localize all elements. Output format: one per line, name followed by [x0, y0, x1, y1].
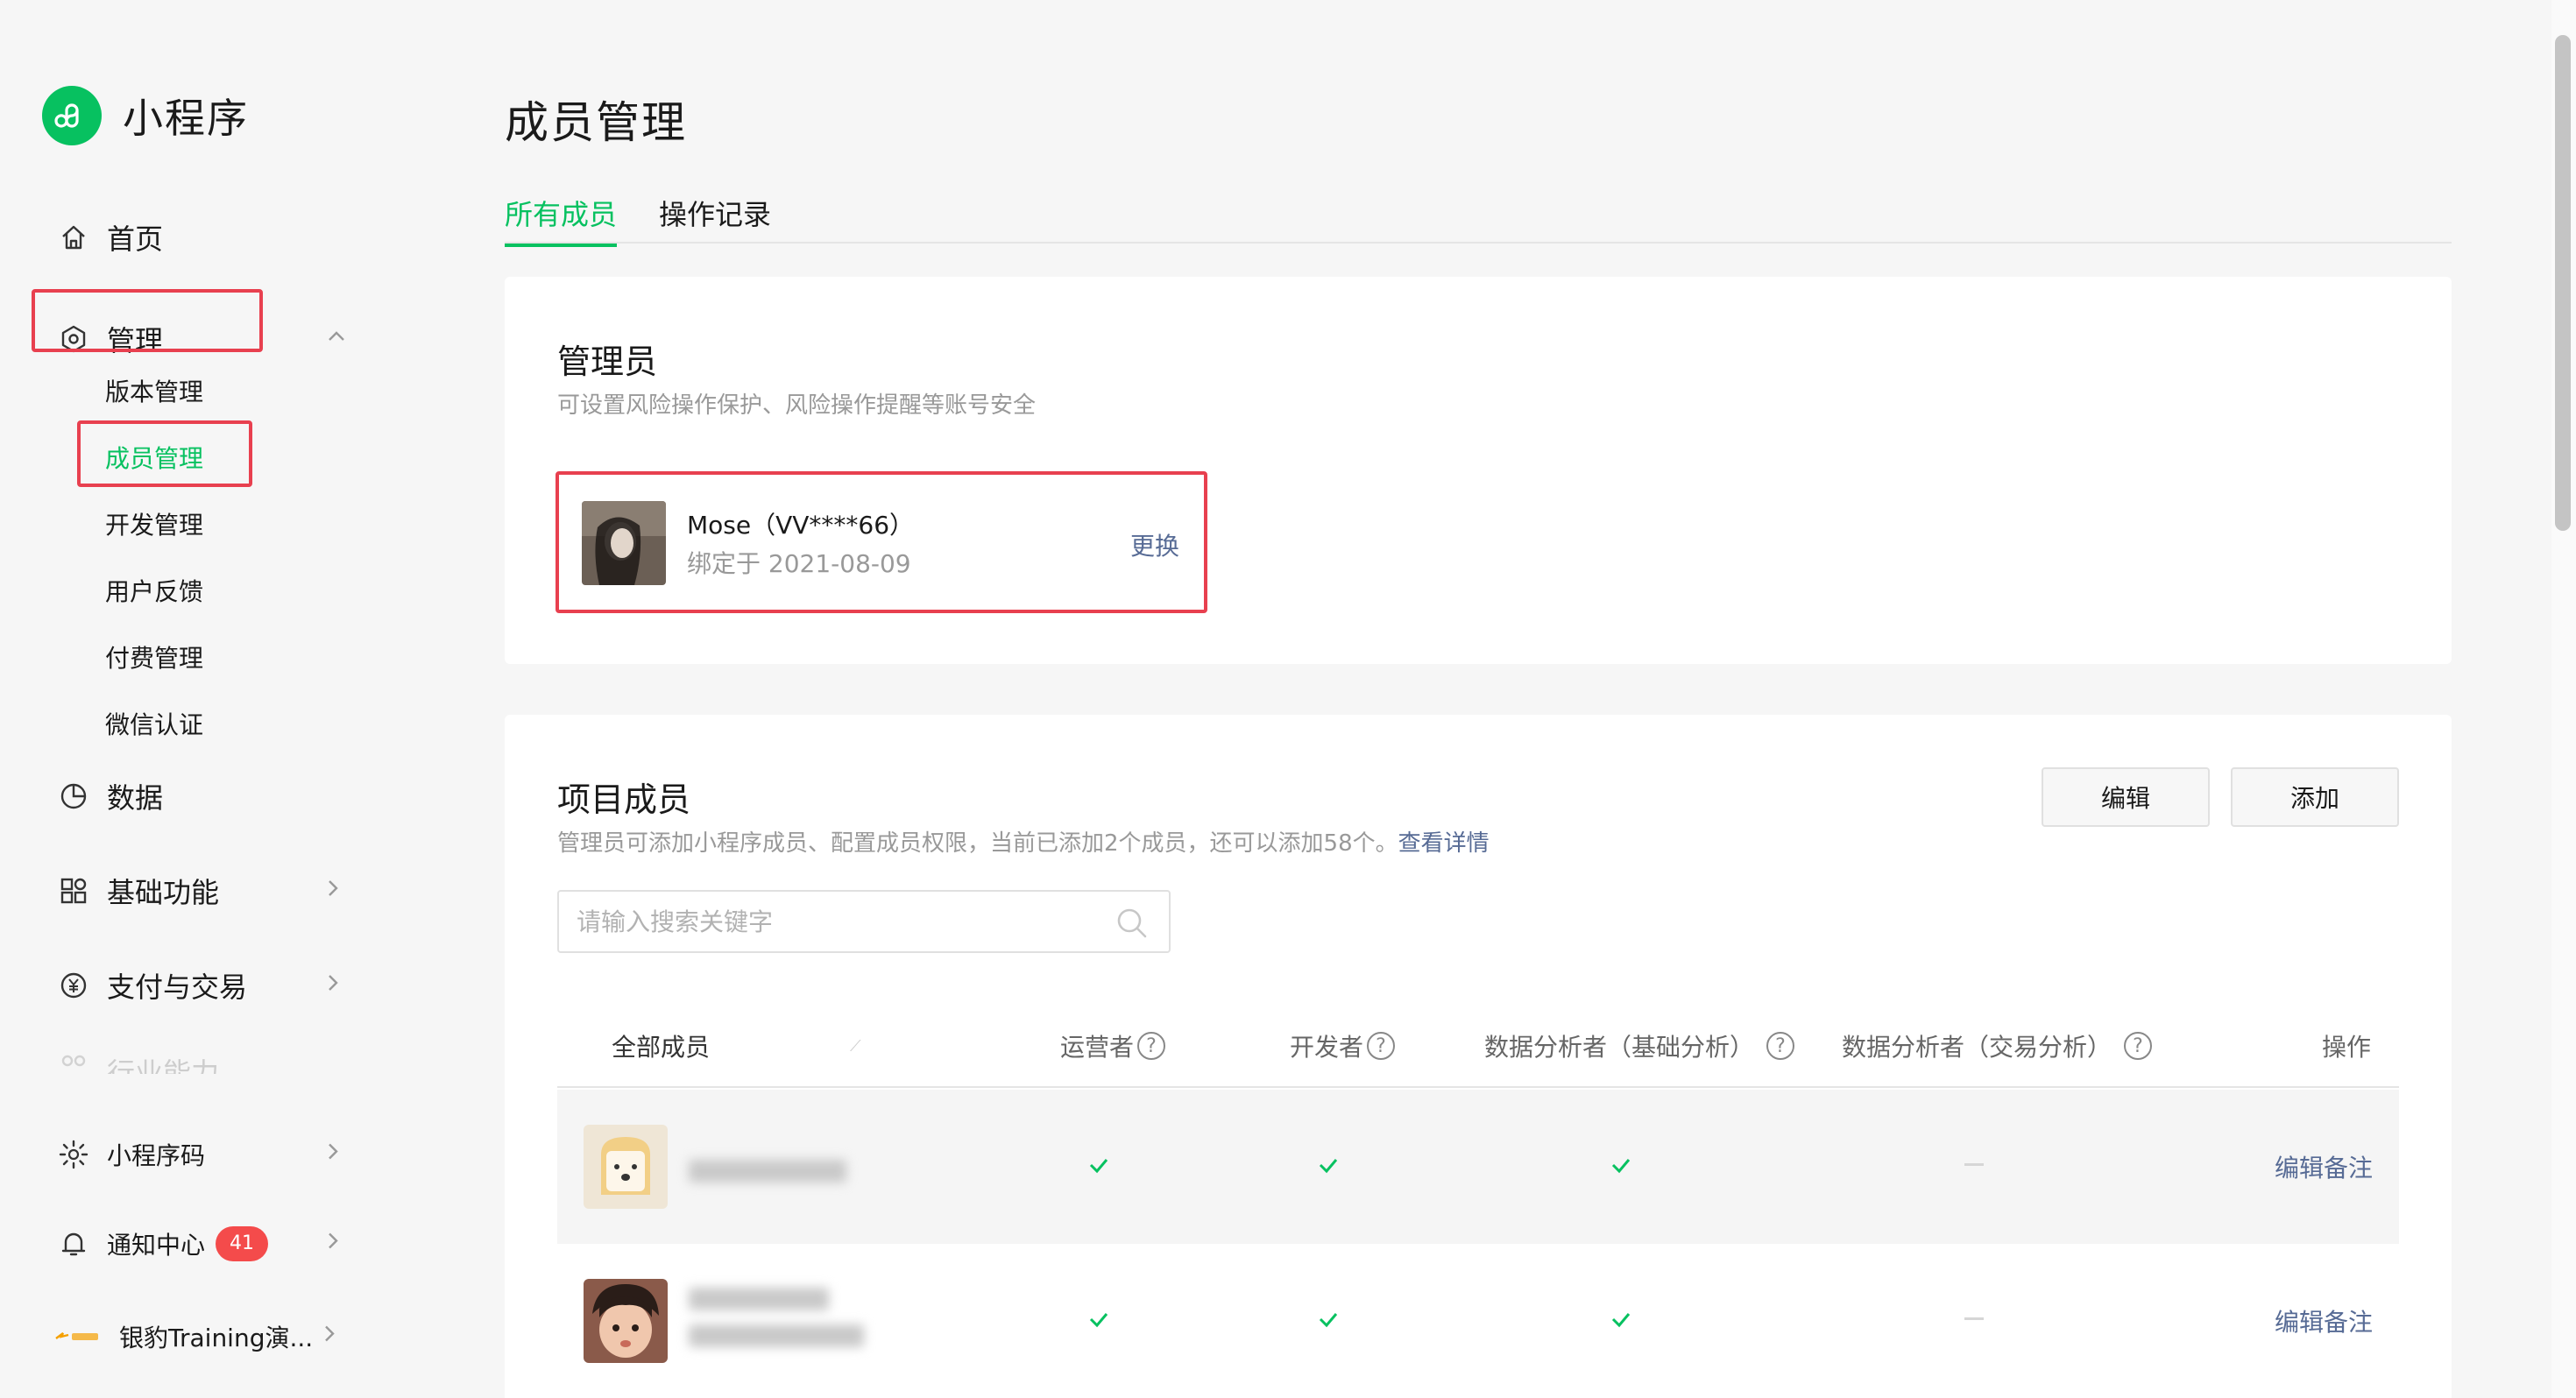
check-icon: [1089, 1313, 1108, 1328]
tab-all-members[interactable]: 所有成员: [505, 193, 618, 247]
chevron-right-icon: [321, 1140, 345, 1170]
sidebar-item-label: 基础功能: [107, 876, 220, 909]
qrcode-sun-icon: [58, 1139, 89, 1170]
active-tab-indicator: [505, 244, 617, 247]
org-logo-icon: [54, 1326, 102, 1347]
chevron-right-icon: [321, 969, 345, 1002]
add-button[interactable]: 添加: [2231, 767, 2399, 827]
sidebar-item-basic[interactable]: 基础功能: [58, 871, 338, 911]
help-icon[interactable]: ?: [1367, 1032, 1396, 1060]
search-icon[interactable]: [1115, 906, 1150, 941]
sidebar-item-account[interactable]: 银豹Training演...: [54, 1319, 335, 1354]
members-table-header: 全部成员 ⟋ 运营者? 开发者? 数据分析者（基础分析）? 数据分析者（交易分析…: [557, 1000, 2399, 1088]
yen-coin-icon: [58, 970, 89, 1001]
members-section-title: 项目成员: [557, 780, 691, 819]
admin-section-title: 管理员: [557, 342, 658, 381]
highlight-box-members: [77, 420, 252, 487]
sidebar-item-label: 数据: [107, 781, 164, 815]
tab-operation-log[interactable]: 操作记录: [659, 193, 771, 233]
check-icon: [1089, 1159, 1108, 1174]
sidebar-item-qrcode[interactable]: 小程序码: [58, 1137, 338, 1172]
page-title: 成员管理: [505, 97, 687, 148]
tab-label: 所有成员: [505, 198, 618, 231]
column-analyst-trade: 数据分析者（交易分析）?: [1842, 1028, 2153, 1063]
pie-chart-icon: [58, 780, 89, 812]
highlight-box-admin: [556, 471, 1207, 613]
app-name: 小程序: [123, 95, 249, 142]
admin-section-desc: 可设置风险操作保护、风险操作提醒等账号安全: [557, 392, 1037, 419]
app: 小程序 首页 管理 版本管理 成员管理 开发管理 用户反馈 付费管理 微信认证: [0, 0, 2576, 1398]
check-icon: [1319, 1159, 1338, 1174]
sidebar-item-label: 通知中心: [107, 1231, 206, 1260]
column-developer: 开发者?: [1290, 1028, 1396, 1063]
page-scrollbar-thumb[interactable]: [2555, 35, 2571, 531]
bell-icon: [58, 1228, 89, 1260]
column-label: 数据分析者（交易分析）: [1842, 1033, 2112, 1062]
sidebar-item-data[interactable]: 数据: [58, 776, 163, 816]
member-name-redacted: [689, 1160, 846, 1183]
check-icon: [1319, 1313, 1338, 1328]
sidebar-item-label: 首页: [107, 222, 164, 256]
home-icon: [58, 222, 89, 253]
sidebar-item-home[interactable]: 首页: [58, 217, 163, 258]
industry-icon: [58, 1051, 89, 1074]
chevron-right-icon: [321, 1229, 345, 1260]
sidebar-item-pay[interactable]: 支付与交易: [58, 965, 338, 1006]
check-icon: [1611, 1313, 1631, 1328]
table-row: 编辑备注: [557, 1244, 2399, 1398]
member-avatar: [584, 1279, 668, 1363]
sidebar-subitem-verify[interactable]: 微信认证: [105, 706, 203, 741]
chevron-right-icon: [321, 874, 345, 907]
sidebar-item-notify[interactable]: 通知中心 41: [58, 1226, 338, 1261]
no-permission-dash: [1964, 1163, 1984, 1166]
sidebar: 小程序 首页 管理 版本管理 成员管理 开发管理 用户反馈 付费管理 微信认证: [0, 0, 438, 1398]
chevron-right-icon: [317, 1322, 342, 1352]
edit-remark-link[interactable]: 编辑备注: [2275, 1303, 2373, 1338]
sidebar-item-industry[interactable]: 行业能力: [58, 1051, 219, 1074]
members-card: 项目成员 管理员可添加小程序成员、配置成员权限，当前已添加2个成员，还可以添加5…: [505, 715, 2452, 1398]
column-operator: 运营者?: [1060, 1028, 1166, 1063]
member-search-box: [557, 890, 1171, 953]
help-icon[interactable]: ?: [1137, 1032, 1166, 1060]
column-action: 操作: [2322, 1033, 2372, 1062]
column-label: 运营者: [1060, 1033, 1135, 1062]
no-permission-dash: [1964, 1317, 1984, 1320]
app-logo[interactable]: 小程序: [42, 86, 249, 145]
table-row: 编辑备注: [557, 1090, 2399, 1244]
sidebar-subitem-dev[interactable]: 开发管理: [105, 506, 203, 541]
column-label: 全部成员: [612, 1033, 711, 1062]
account-name: 银豹Training演...: [119, 1324, 314, 1352]
edit-button[interactable]: 编辑: [2042, 767, 2210, 827]
filter-caret-icon: ⟋: [850, 1036, 861, 1056]
view-details-link[interactable]: 查看详情: [1398, 830, 1490, 857]
column-all-members[interactable]: 全部成员 ⟋: [612, 1028, 861, 1063]
help-icon[interactable]: ?: [2124, 1032, 2153, 1060]
check-icon: [1611, 1159, 1631, 1174]
column-analyst-basic: 数据分析者（基础分析）?: [1484, 1028, 1795, 1063]
sidebar-item-label: 行业能力: [107, 1056, 220, 1074]
grid-apps-icon: [58, 875, 89, 907]
member-avatar: [584, 1125, 668, 1209]
members-desc-text: 管理员可添加小程序成员、配置成员权限，当前已添加2个成员，还可以添加58个。: [557, 830, 1398, 857]
column-label: 开发者: [1290, 1033, 1364, 1062]
notification-count-badge: 41: [216, 1226, 269, 1261]
sidebar-subitem-feedback[interactable]: 用户反馈: [105, 573, 203, 608]
search-input[interactable]: [577, 904, 1085, 939]
sidebar-subitem-version[interactable]: 版本管理: [105, 373, 203, 408]
highlight-box-manage: [32, 289, 263, 352]
mini-program-logo-icon: [42, 86, 102, 145]
sidebar-subitem-paid[interactable]: 付费管理: [105, 639, 203, 674]
tab-bar: 所有成员 操作记录: [505, 187, 2452, 247]
sidebar-item-label: 小程序码: [107, 1141, 206, 1170]
member-remark-redacted: [689, 1324, 864, 1347]
admin-card: 管理员 可设置风险操作保护、风险操作提醒等账号安全 Mose（VV****66）…: [505, 277, 2452, 664]
chevron-up-icon: [324, 322, 349, 356]
sidebar-item-label: 支付与交易: [107, 971, 248, 1004]
edit-remark-link[interactable]: 编辑备注: [2275, 1149, 2373, 1184]
help-icon[interactable]: ?: [1766, 1032, 1795, 1060]
column-label: 数据分析者（基础分析）: [1484, 1033, 1755, 1062]
members-section-desc: 管理员可添加小程序成员、配置成员权限，当前已添加2个成员，还可以添加58个。查看…: [557, 825, 1490, 858]
member-name-redacted: [689, 1288, 829, 1310]
